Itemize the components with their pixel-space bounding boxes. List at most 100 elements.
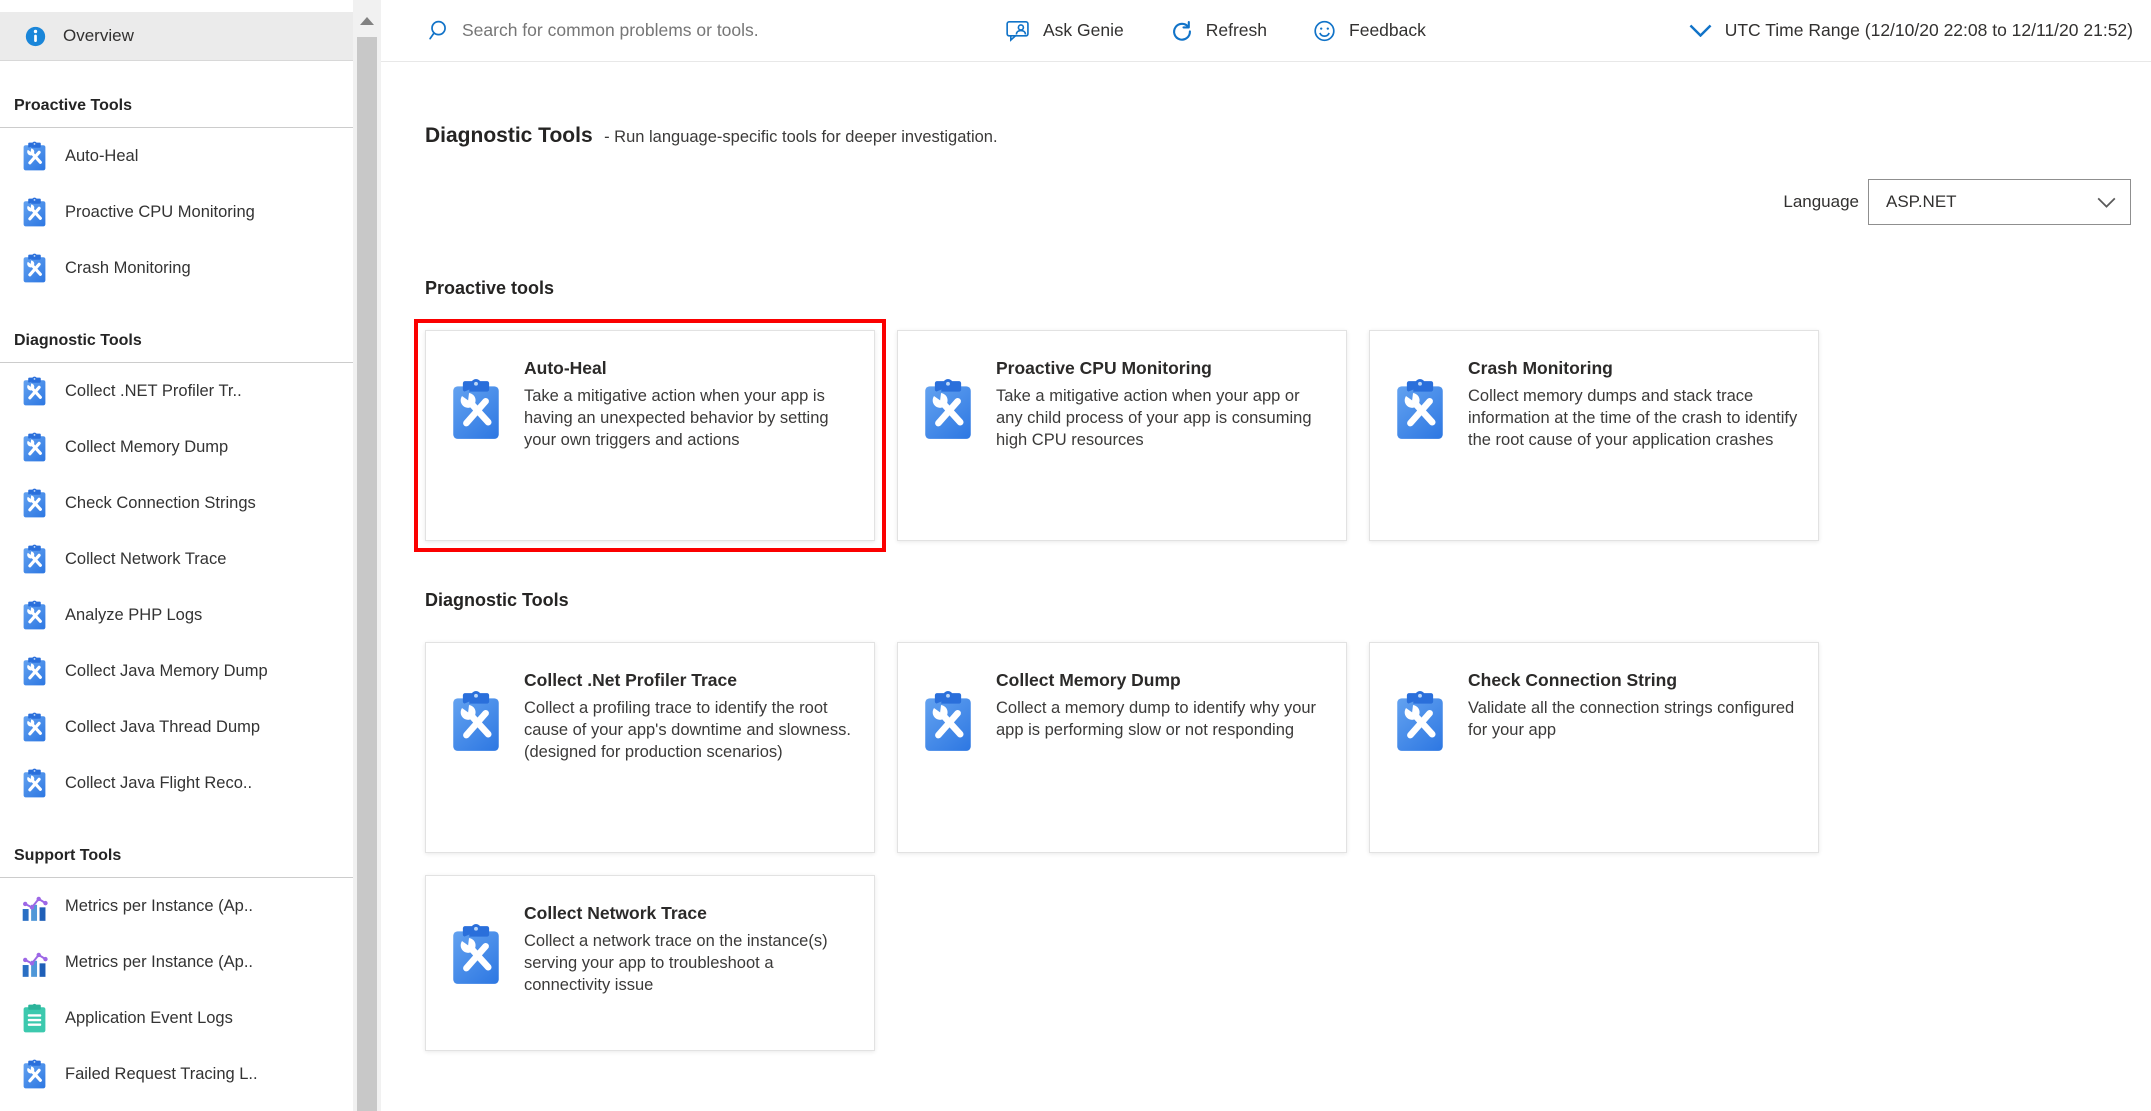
sidebar-item-application-event-logs[interactable]: Application Event Logs xyxy=(0,990,353,1046)
language-row: Language ASP.NET xyxy=(425,179,2131,225)
metrics-chart-icon xyxy=(21,947,48,978)
card-description: Collect a memory dump to identify why yo… xyxy=(996,698,1326,742)
card-description: Take a mitigative action when your app o… xyxy=(996,386,1326,451)
card-title: Auto-Heal xyxy=(524,358,854,379)
card-title: Check Connection String xyxy=(1468,670,1798,691)
sidebar-item-collect-java-flight-reco[interactable]: Collect Java Flight Reco.. xyxy=(0,755,353,811)
sidebar-item-label: Metrics per Instance (Ap.. xyxy=(65,897,253,916)
page-head: Diagnostic Tools - Run language-specific… xyxy=(425,124,2131,148)
tool-clipboard-icon xyxy=(21,600,48,631)
page-title: Diagnostic Tools xyxy=(425,124,593,147)
card-text: Collect Network Trace Collect a network … xyxy=(524,900,854,1032)
sidebar-item-label: Collect Network Trace xyxy=(65,550,226,569)
time-range-label: UTC Time Range (12/10/20 22:08 to 12/11/… xyxy=(1725,20,2133,41)
tool-clipboard-icon xyxy=(21,253,48,284)
tool-clipboard-icon xyxy=(21,197,48,228)
tool-clipboard-icon xyxy=(21,656,48,687)
sidebar-item-label: Check Connection Strings xyxy=(65,494,256,513)
refresh-button[interactable]: Refresh xyxy=(1169,19,1267,43)
sidebar-item-label: Application Event Logs xyxy=(65,1009,233,1028)
sidebar-section-items: Collect .NET Profiler Tr.. Collect Memor… xyxy=(0,363,353,811)
sidebar-item-metrics-per-instance-ap[interactable]: Metrics per Instance (Ap.. xyxy=(0,934,353,990)
sidebar-item-proactive-cpu-monitoring[interactable]: Proactive CPU Monitoring xyxy=(0,184,353,240)
info-icon xyxy=(25,26,46,47)
topbar-action-label: Feedback xyxy=(1349,20,1426,41)
topbar-action-label: Refresh xyxy=(1206,20,1267,41)
tool-clipboard-icon xyxy=(448,377,504,443)
search-icon xyxy=(428,19,451,42)
sidebar-item-overview[interactable]: Overview xyxy=(0,12,353,61)
time-range-dropdown[interactable]: UTC Time Range (12/10/20 22:08 to 12/11/… xyxy=(1689,20,2151,41)
topbar-actions: Ask Genie Refresh Feedback xyxy=(1006,19,1426,43)
tool-clipboard-icon xyxy=(920,377,976,443)
card-title: Proactive CPU Monitoring xyxy=(996,358,1326,379)
sidebar-item-label: Collect Java Memory Dump xyxy=(65,662,268,681)
scrollbar-up-arrow-icon[interactable] xyxy=(360,17,374,25)
sidebar-item-failed-request-tracing-l[interactable]: Failed Request Tracing L.. xyxy=(0,1046,353,1102)
section-title: Proactive tools xyxy=(425,278,2131,299)
sidebar: Overview Proactive Tools Auto-Heal Proac… xyxy=(0,0,353,1111)
language-select[interactable]: ASP.NET xyxy=(1868,179,2131,225)
card-row: Auto-Heal Take a mitigative action when … xyxy=(425,330,1849,541)
tool-card-collect-memory-dump[interactable]: Collect Memory Dump Collect a memory dum… xyxy=(897,642,1347,853)
card-title: Collect Memory Dump xyxy=(996,670,1326,691)
sidebar-item-check-connection-strings[interactable]: Check Connection Strings xyxy=(0,475,353,531)
tool-card-collect-network-trace[interactable]: Collect Network Trace Collect a network … xyxy=(425,875,875,1051)
event-logs-icon xyxy=(21,1003,48,1034)
sidebar-item-metrics-per-instance-ap[interactable]: Metrics per Instance (Ap.. xyxy=(0,878,353,934)
sidebar-item-label: Collect Java Flight Reco.. xyxy=(65,774,252,793)
sidebar-item-analyze-php-logs[interactable]: Analyze PHP Logs xyxy=(0,587,353,643)
card-text: Proactive CPU Monitoring Take a mitigati… xyxy=(996,355,1326,522)
sidebar-section-items: Auto-Heal Proactive CPU Monitoring Crash… xyxy=(0,128,353,296)
search-input[interactable] xyxy=(462,20,952,41)
sidebar-item-collect-net-profiler-tr[interactable]: Collect .NET Profiler Tr.. xyxy=(0,363,353,419)
card-description: Collect a network trace on the instance(… xyxy=(524,931,854,996)
tool-clipboard-icon xyxy=(21,712,48,743)
tool-clipboard-icon xyxy=(21,376,48,407)
card-description: Take a mitigative action when your app i… xyxy=(524,386,854,451)
ask-genie-button[interactable]: Ask Genie xyxy=(1006,19,1124,43)
card-description: Validate all the connection strings conf… xyxy=(1468,698,1798,742)
tool-card-check-connection-string[interactable]: Check Connection String Validate all the… xyxy=(1369,642,1819,853)
tool-section: Proactive tools Auto-Heal Take a mitigat… xyxy=(425,278,2131,541)
sidebar-section-title: Proactive Tools xyxy=(0,97,353,115)
feedback-button[interactable]: Feedback xyxy=(1312,19,1426,43)
ask-genie-icon xyxy=(1006,19,1031,43)
topbar-action-label: Ask Genie xyxy=(1043,20,1124,41)
card-text: Crash Monitoring Collect memory dumps an… xyxy=(1468,355,1798,522)
tool-clipboard-icon xyxy=(1392,377,1448,443)
tool-card-crash-monitoring[interactable]: Crash Monitoring Collect memory dumps an… xyxy=(1369,330,1819,541)
sidebar-scrollbar[interactable] xyxy=(353,0,381,1111)
tool-clipboard-icon xyxy=(448,922,504,988)
tool-card-auto-heal[interactable]: Auto-Heal Take a mitigative action when … xyxy=(425,330,875,541)
card-description: Collect a profiling trace to identify th… xyxy=(524,698,854,763)
tool-card-collect-net-profiler-trace[interactable]: Collect .Net Profiler Trace Collect a pr… xyxy=(425,642,875,853)
refresh-icon xyxy=(1169,19,1194,43)
scrollbar-thumb[interactable] xyxy=(357,37,377,1111)
tool-card-proactive-cpu-monitoring[interactable]: Proactive CPU Monitoring Take a mitigati… xyxy=(897,330,1347,541)
sidebar-item-crash-monitoring[interactable]: Crash Monitoring xyxy=(0,240,353,296)
tool-clipboard-icon xyxy=(21,488,48,519)
card-title: Collect .Net Profiler Trace xyxy=(524,670,854,691)
card-description: Collect memory dumps and stack trace inf… xyxy=(1468,386,1798,451)
language-label: Language xyxy=(1783,192,1859,212)
sidebar-item-label: Metrics per Instance (Ap.. xyxy=(65,953,253,972)
card-text: Collect Memory Dump Collect a memory dum… xyxy=(996,667,1326,834)
card-text: Collect .Net Profiler Trace Collect a pr… xyxy=(524,667,854,834)
feedback-icon xyxy=(1312,19,1337,43)
sidebar-item-auto-heal[interactable]: Auto-Heal xyxy=(0,128,353,184)
sidebar-section: Diagnostic Tools Collect .NET Profiler T… xyxy=(0,332,353,811)
sidebar-item-collect-memory-dump[interactable]: Collect Memory Dump xyxy=(0,419,353,475)
tool-clipboard-icon xyxy=(21,141,48,172)
search-bar xyxy=(428,19,1006,42)
section-title: Diagnostic Tools xyxy=(425,590,2131,611)
tool-clipboard-icon xyxy=(448,689,504,755)
sidebar-item-collect-java-memory-dump[interactable]: Collect Java Memory Dump xyxy=(0,643,353,699)
language-selected-value: ASP.NET xyxy=(1886,192,1957,212)
sidebar-item-label: Crash Monitoring xyxy=(65,259,191,278)
sidebar-item-collect-java-thread-dump[interactable]: Collect Java Thread Dump xyxy=(0,699,353,755)
tool-clipboard-icon xyxy=(920,689,976,755)
tool-clipboard-icon xyxy=(1392,689,1448,755)
metrics-chart-icon xyxy=(21,891,48,922)
sidebar-item-collect-network-trace[interactable]: Collect Network Trace xyxy=(0,531,353,587)
